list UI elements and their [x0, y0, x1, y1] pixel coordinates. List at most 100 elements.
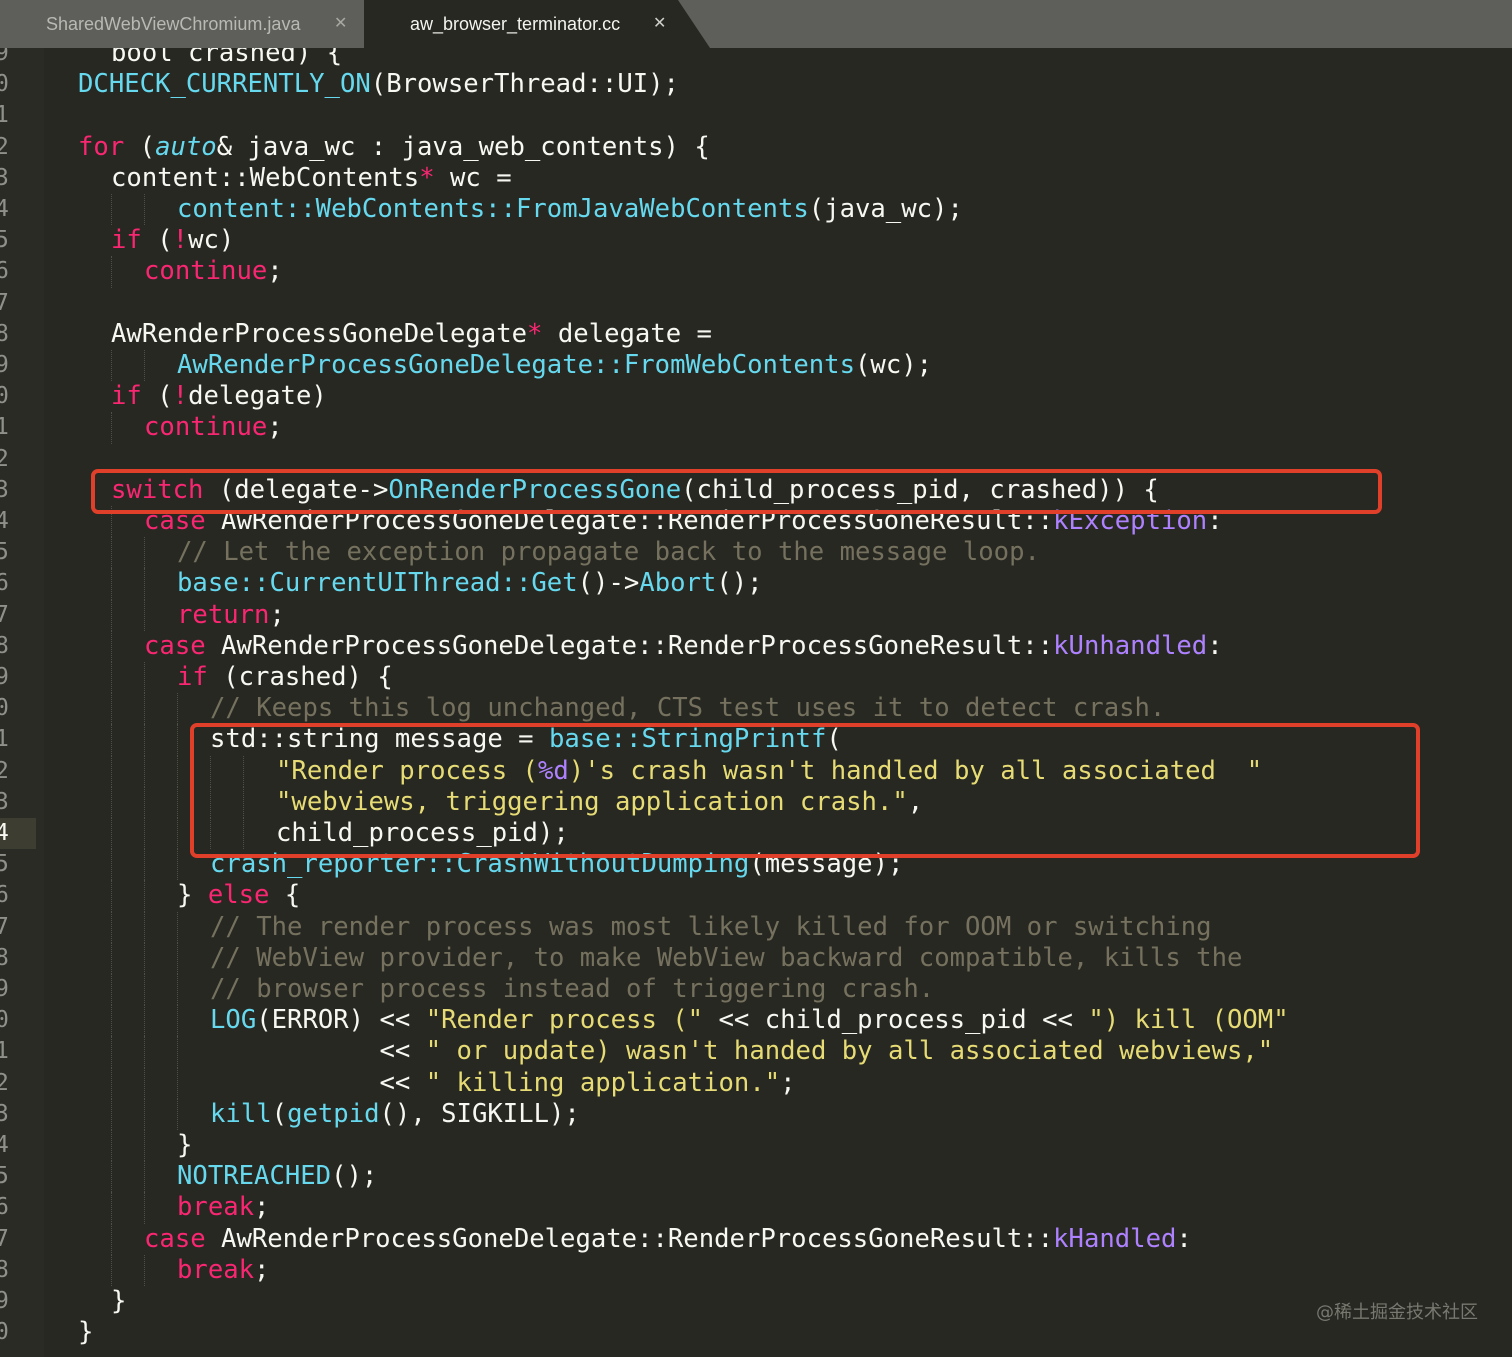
code-line[interactable]: base::CurrentUIThread::Get()->Abort(); [177, 568, 763, 599]
indent-guide [144, 693, 145, 725]
indent-guide [111, 412, 112, 444]
code-line[interactable]: // Keeps this log unchanged, CTS test us… [210, 693, 1165, 724]
code-token: AwRenderProcessGoneDelegate::RenderProce… [205, 1223, 1054, 1254]
code-line[interactable]: if (!delegate) [111, 381, 327, 412]
code-line[interactable]: case AwRenderProcessGoneDelegate::Render… [144, 1224, 1192, 1255]
code-token: ( [271, 1098, 288, 1129]
indent-guide [111, 724, 112, 756]
code-token: content::WebContents::FromJavaWebContent… [177, 194, 809, 224]
code-line[interactable]: // browser process instead of triggering… [210, 974, 934, 1005]
code-line[interactable]: // WebView provider, to make WebView bac… [210, 943, 1242, 974]
code-editor[interactable]: bool crashed) {DCHECK_CURRENTLY_ON(Brows… [0, 48, 1512, 1357]
indent-guide [111, 911, 112, 943]
code-line[interactable]: break; [177, 1255, 269, 1286]
indent-guide [144, 1098, 145, 1130]
code-line[interactable]: continue; [144, 256, 283, 287]
code-token: ! [172, 381, 189, 412]
indent-guide [144, 537, 145, 569]
code-token: if [111, 381, 142, 412]
code-token: (wc); [855, 350, 933, 380]
code-line[interactable]: content::WebContents::FromJavaWebContent… [177, 194, 963, 225]
indent-guide [177, 911, 178, 943]
indent-guide [111, 880, 112, 912]
indent-guide [144, 1005, 145, 1037]
code-line[interactable]: << " killing application."; [210, 1067, 796, 1099]
code-token: ; [269, 599, 285, 630]
close-icon[interactable]: ✕ [334, 0, 347, 48]
indent-guide [144, 849, 145, 881]
code-line[interactable]: case AwRenderProcessGoneDelegate::Render… [144, 631, 1223, 662]
code-line[interactable]: } [177, 1130, 192, 1161]
code-line[interactable]: if (crashed) { [177, 662, 393, 693]
indent-guide [111, 1098, 112, 1130]
code-line[interactable]: kill(getpid(), SIGKILL); [210, 1099, 580, 1130]
indent-guide [111, 350, 112, 382]
code-token: content::WebContents [111, 162, 420, 193]
indent-guide [144, 1192, 145, 1224]
tab-shared-webview-chromium-java[interactable]: SharedWebViewChromium.java ✕ [0, 0, 372, 48]
indent-guide [111, 568, 112, 600]
indent-guide [177, 1036, 178, 1068]
code-line[interactable]: // The render process was most likely ki… [210, 912, 1212, 943]
code-token: delegate = [542, 318, 712, 349]
indent-guide [111, 537, 112, 569]
code-token: NOTREACHED [177, 1161, 332, 1192]
code-token: " killing application." [425, 1067, 781, 1098]
code-token: : [1176, 1223, 1192, 1254]
code-token: Abort [639, 568, 717, 599]
code-line[interactable]: break; [177, 1192, 269, 1223]
indent-guide [144, 1067, 145, 1099]
code-token: } [111, 1286, 127, 1316]
code-token: break [177, 1192, 255, 1223]
code-token: } [177, 880, 208, 911]
code-token: * [527, 318, 543, 349]
code-line[interactable]: LOG(ERROR) << "Render process (" << chil… [210, 1005, 1289, 1036]
indent-guide [111, 849, 112, 881]
indent-guide [111, 1005, 112, 1037]
indent-guide [111, 755, 112, 787]
code-token: bool crashed) { [111, 48, 343, 68]
code-line[interactable]: << " or update) wasn't handed by all ass… [210, 1036, 1273, 1067]
code-line[interactable]: } [78, 1317, 93, 1348]
code-line[interactable]: if (!wc) [111, 225, 234, 256]
indent-guide [144, 911, 145, 943]
code-line[interactable]: AwRenderProcessGoneDelegate* delegate = [111, 319, 712, 350]
code-token: return [177, 599, 270, 630]
code-token: (); [716, 568, 763, 599]
code-token: ( [141, 225, 173, 256]
code-token: case [144, 1223, 206, 1254]
indent-guide [177, 755, 178, 787]
code-token: (java_wc); [808, 194, 963, 224]
code-token: { [269, 880, 301, 911]
code-token: ( [124, 131, 156, 162]
code-line[interactable]: } else { [177, 880, 300, 911]
code-line[interactable]: content::WebContents* wc = [111, 163, 512, 194]
code-line[interactable]: return; [177, 600, 285, 631]
message-highlight-box [190, 723, 1420, 859]
code-token: LOG [210, 1005, 257, 1036]
code-line[interactable]: bool crashed) { [111, 48, 342, 69]
indent-guide [144, 350, 145, 382]
indent-guide [111, 942, 112, 974]
code-token: << child_process_pid << [703, 1005, 1089, 1036]
code-token: ! [172, 225, 189, 256]
indent-guide [144, 786, 145, 818]
tab-bar: SharedWebViewChromium.java ✕ aw_browser_… [0, 0, 1512, 48]
indent-guide [111, 1223, 112, 1255]
indent-guide [177, 786, 178, 818]
code-token: ( [141, 381, 173, 412]
code-line[interactable]: // Let the exception propagate back to t… [177, 537, 1040, 568]
code-token: continue [144, 256, 268, 287]
close-icon[interactable]: ✕ [653, 0, 666, 48]
indent-guide [177, 942, 178, 974]
indent-guide [111, 786, 112, 818]
tab-aw-browser-terminator-cc[interactable]: aw_browser_terminator.cc ✕ [364, 0, 710, 48]
code-line[interactable]: NOTREACHED(); [177, 1161, 377, 1192]
code-token: ; [780, 1067, 796, 1098]
code-line[interactable]: continue; [144, 412, 283, 443]
code-line[interactable]: } [111, 1286, 126, 1317]
code-line[interactable]: DCHECK_CURRENTLY_ON(BrowserThread::UI); [78, 69, 679, 100]
code-line[interactable]: AwRenderProcessGoneDelegate::FromWebCont… [177, 350, 932, 381]
code-token: wc = [434, 162, 512, 193]
code-line[interactable]: for (auto& java_wc : java_web_contents) … [78, 132, 710, 163]
